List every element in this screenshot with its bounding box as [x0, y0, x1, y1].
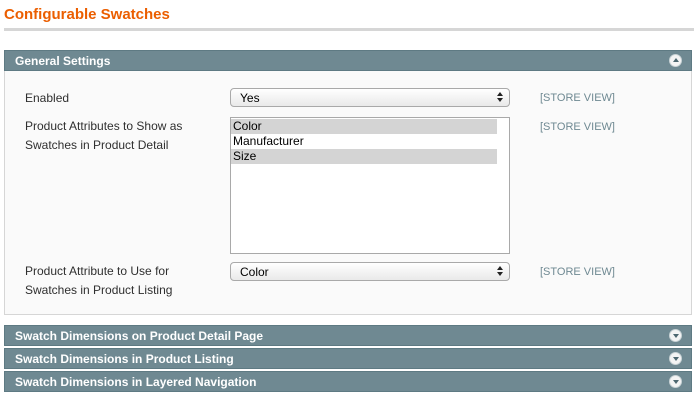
detail-attributes-label-line2: Swatches in Product Detail: [25, 138, 169, 152]
section-general-settings-header[interactable]: General Settings: [4, 50, 692, 71]
section-detail-dimensions-header[interactable]: Swatch Dimensions on Product Detail Page: [4, 325, 692, 346]
enabled-select-value: Yes: [240, 91, 260, 105]
listing-attribute-select-value: Color: [240, 265, 269, 279]
detail-attributes-label-line1: Product Attributes to Show as: [25, 119, 183, 133]
detail-attributes-label: Product Attributes to Show as Swatches i…: [25, 117, 182, 155]
enabled-select[interactable]: Yes: [230, 88, 510, 107]
select-arrows-icon: [497, 265, 503, 277]
section-general-settings-title: General Settings: [15, 54, 111, 68]
expand-down-icon[interactable]: [669, 352, 682, 365]
section-detail-dimensions-title: Swatch Dimensions on Product Detail Page: [15, 329, 264, 343]
detail-attributes-scope-label: [STORE VIEW]: [540, 121, 615, 133]
option-color[interactable]: Color: [231, 119, 497, 134]
section-layered-dimensions-header[interactable]: Swatch Dimensions in Layered Navigation: [4, 371, 692, 392]
listing-attribute-scope-label: [STORE VIEW]: [540, 266, 615, 278]
enabled-scope-label: [STORE VIEW]: [540, 92, 615, 104]
listing-attribute-label: Product Attribute to Use for Swatches in…: [25, 262, 172, 300]
option-size[interactable]: Size: [231, 149, 497, 164]
listing-attribute-select[interactable]: Color: [230, 262, 510, 281]
collapse-up-icon[interactable]: [669, 54, 682, 67]
option-manufacturer[interactable]: Manufacturer: [231, 134, 497, 149]
title-divider: [4, 28, 694, 31]
listing-attribute-label-line1: Product Attribute to Use for: [25, 264, 170, 278]
expand-down-icon[interactable]: [669, 375, 682, 388]
section-listing-dimensions-title: Swatch Dimensions in Product Listing: [15, 352, 234, 366]
page-title: Configurable Swatches: [4, 6, 170, 23]
enabled-label: Enabled: [25, 91, 70, 105]
detail-attributes-multiselect[interactable]: Color Manufacturer Size: [230, 117, 510, 254]
section-layered-dimensions-title: Swatch Dimensions in Layered Navigation: [15, 375, 257, 389]
section-listing-dimensions-header[interactable]: Swatch Dimensions in Product Listing: [4, 348, 692, 369]
listing-attribute-label-line2: Swatches in Product Listing: [25, 283, 173, 297]
select-arrows-icon: [497, 91, 503, 103]
expand-down-icon[interactable]: [669, 329, 682, 342]
